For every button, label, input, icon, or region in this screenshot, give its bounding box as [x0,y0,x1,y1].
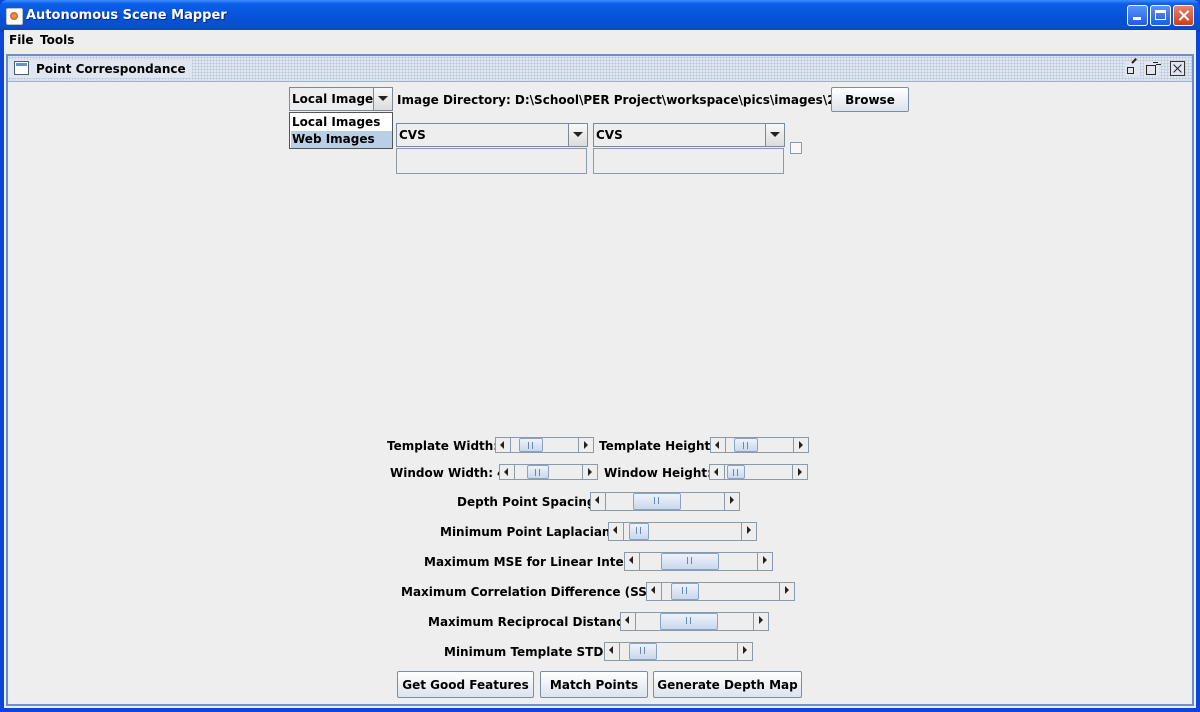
right-image-field[interactable] [593,148,784,174]
arrow-right-icon[interactable] [779,583,794,600]
match-points-button[interactable]: Match Points [540,671,648,698]
arrow-right-icon[interactable] [724,493,739,510]
window-width-label: Window Width: 45 [390,466,514,480]
window-title: Autonomous Scene Mapper [26,8,227,23]
menu-bar [4,30,1196,52]
browse-button[interactable]: Browse [831,87,909,112]
menu-tools[interactable]: Tools [40,33,74,47]
arrow-left-icon[interactable] [621,613,636,630]
scrollbar-thumb[interactable] [660,613,718,630]
scrollbar-thumb[interactable] [629,523,649,540]
max-reciprocal-distance-slider[interactable] [620,612,769,631]
arrow-right-icon[interactable] [578,438,593,452]
arrow-right-icon[interactable] [737,643,752,660]
window-height-label: Window Height: 3 [604,466,725,480]
arrow-right-icon[interactable] [793,438,808,452]
arrow-left-icon[interactable] [591,493,606,510]
left-image-select[interactable]: CVS [396,123,588,147]
scrollbar-thumb[interactable] [527,465,549,479]
minimize-button[interactable] [1127,5,1148,26]
min-template-std-label: Minimum Template STD: 10 [444,645,629,659]
arrow-right-icon[interactable] [741,523,756,540]
arrow-right-icon[interactable] [753,613,768,630]
scrollbar-thumb[interactable] [633,493,681,510]
right-image-select-value: CVS [596,128,623,142]
scrollbar-thumb[interactable] [519,438,543,452]
arrow-left-icon[interactable] [710,465,725,479]
options-checkbox[interactable] [790,142,802,154]
left-image-field[interactable] [396,148,587,174]
close-frame-icon[interactable] [1170,61,1185,76]
java-app-icon [6,8,23,25]
arrow-left-icon[interactable] [711,438,726,452]
arrow-left-icon[interactable] [609,523,624,540]
arrow-left-icon[interactable] [500,465,515,479]
scrollbar-thumb[interactable] [671,583,699,600]
min-point-laplacian-slider[interactable] [608,522,757,541]
scrollbar-thumb[interactable] [661,553,719,570]
left-image-select-value: CVS [399,128,426,142]
close-button[interactable] [1173,5,1194,26]
option-local-images[interactable]: Local Images [291,114,392,131]
internal-frame-title: Point Correspondance [8,60,192,78]
max-correlation-difference-label: Maximum Correlation Difference (SSD): 32 [401,585,688,599]
template-width-label: Template Width: 7 [387,439,511,453]
menu-file[interactable]: File [9,33,34,47]
min-point-laplacian-label: Minimum Point Laplacian: 50 [440,525,637,539]
arrow-left-icon[interactable] [605,643,620,660]
generate-depth-map-button[interactable]: Generate Depth Map [653,671,802,698]
arrow-left-icon[interactable] [496,438,511,452]
chevron-down-icon[interactable] [568,124,587,146]
arrow-left-icon[interactable] [647,583,662,600]
arrow-right-icon[interactable] [582,465,597,479]
get-good-features-button[interactable]: Get Good Features [397,671,534,698]
scrollbar-thumb[interactable] [629,643,657,660]
frame-icon [14,61,29,75]
source-select-value: Local Images [292,92,381,106]
chevron-down-icon[interactable] [373,88,392,110]
arrow-right-icon[interactable] [757,553,772,570]
arrow-right-icon[interactable] [792,465,807,479]
depth-point-spacing-slider[interactable] [590,492,740,511]
source-dropdown-list: Local Images Web Images [289,112,393,149]
window-height-slider[interactable] [709,464,808,480]
max-mse-linear-interp-slider[interactable] [624,552,773,571]
max-reciprocal-distance-label: Maximum Reciprocal Distance: 5 [428,615,649,629]
maximize-icon[interactable] [1144,61,1159,76]
chevron-down-icon[interactable] [765,124,784,146]
iconify-icon[interactable] [1125,61,1140,76]
arrow-left-icon[interactable] [625,553,640,570]
maximize-button[interactable] [1150,5,1171,26]
source-select[interactable]: Local Images [289,87,393,111]
right-image-select[interactable]: CVS [593,123,785,147]
template-height-label: Template Height: 7 [599,439,728,453]
option-web-images[interactable]: Web Images [291,131,392,148]
template-width-slider[interactable] [495,437,594,453]
scrollbar-thumb[interactable] [734,438,758,452]
max-correlation-difference-slider[interactable] [646,582,795,601]
template-height-slider[interactable] [710,437,809,453]
min-template-std-slider[interactable] [604,642,753,661]
scrollbar-thumb[interactable] [727,465,745,479]
window-width-slider[interactable] [499,464,598,480]
